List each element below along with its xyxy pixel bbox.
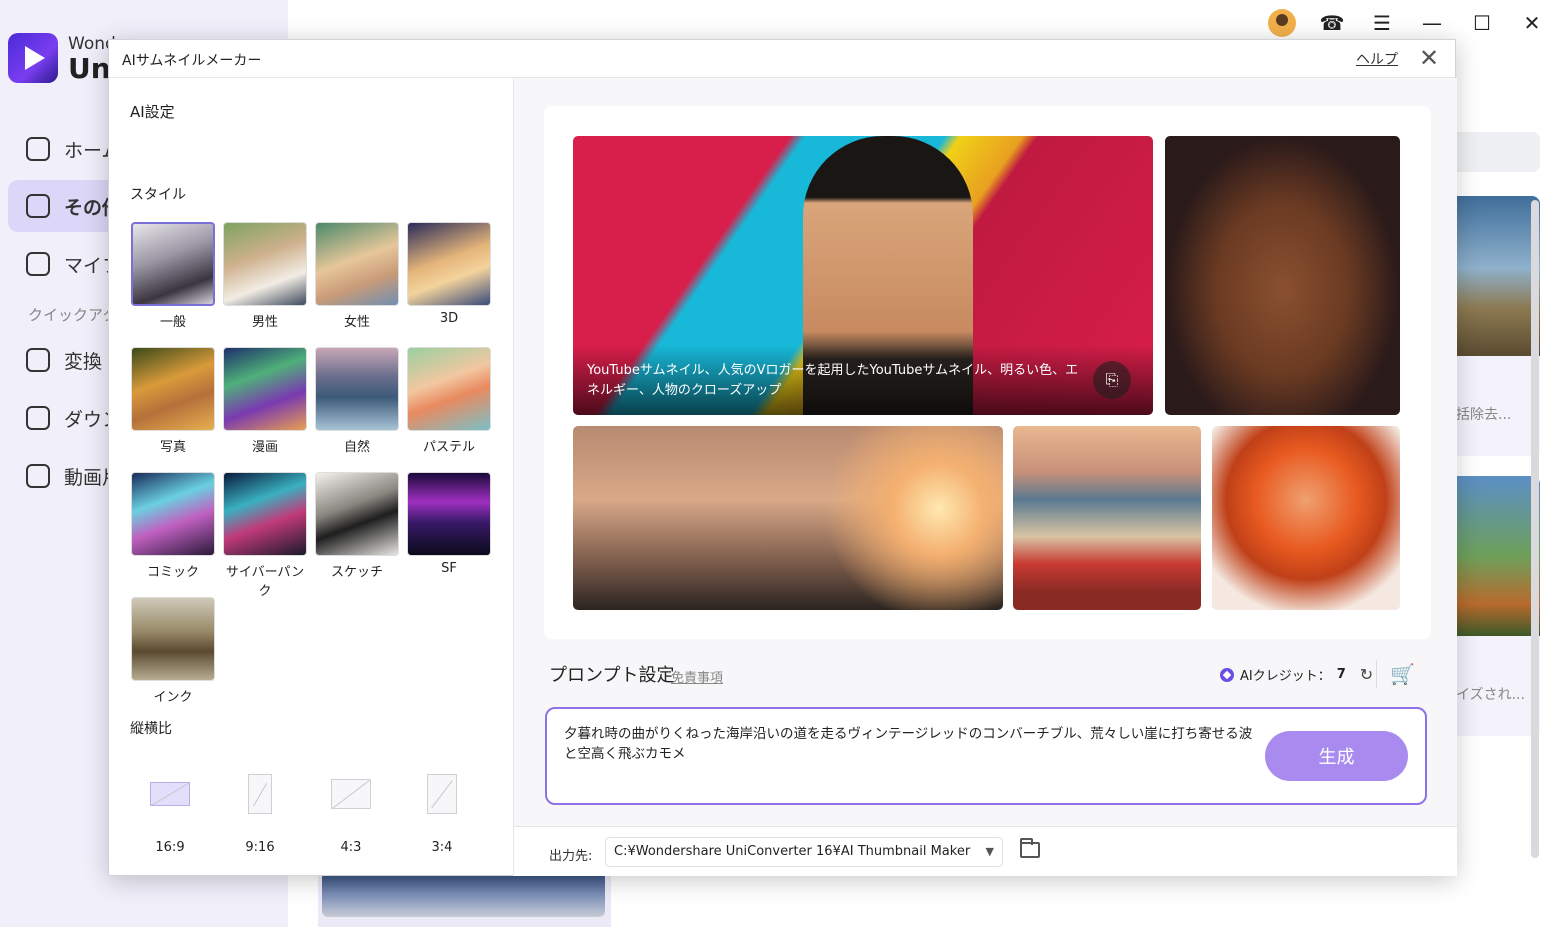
ratio-option-4-3[interactable]: 4:3: [311, 772, 391, 855]
style-pastel-thumb: [407, 347, 491, 431]
prompt-input-box[interactable]: 夕暮れ時の曲がりくねった海岸沿いの道を走るヴィンテージレッドのコンバーチブル、荒…: [545, 707, 1427, 805]
chevron-down-icon: ▼: [979, 838, 994, 866]
output-label: 出力先:: [549, 849, 593, 864]
close-window-icon[interactable]: ✕: [1518, 9, 1546, 37]
credits-label: AIクレジット：: [1240, 669, 1331, 684]
refresh-icon[interactable]: ↻: [1360, 665, 1373, 684]
folder-icon[interactable]: [1020, 838, 1040, 858]
style-option-male[interactable]: 男性: [223, 222, 307, 330]
brand-name-line2: Un: [68, 52, 111, 85]
ratio-option-16-9[interactable]: 16:9: [130, 772, 210, 855]
disclaimer-link[interactable]: 免責事項: [671, 667, 723, 686]
generate-button[interactable]: 生成: [1265, 731, 1408, 781]
ratio-option-9-16[interactable]: 9:16: [220, 772, 300, 855]
ratio-portrait-icon: [427, 774, 457, 814]
style-option-manga[interactable]: 漫画: [223, 347, 307, 455]
file-icon: [26, 252, 50, 276]
credit-icon: [1220, 667, 1234, 682]
style-option-ink[interactable]: インク: [131, 597, 215, 705]
background-image: [322, 872, 605, 917]
home-icon: [26, 137, 50, 161]
divider: [1376, 660, 1377, 688]
style-female-thumb: [315, 222, 399, 306]
ratio-option-3-4[interactable]: 3:4: [402, 772, 482, 855]
copy-prompt-icon[interactable]: ⎘: [1093, 361, 1131, 399]
style-heading: スタイル: [130, 187, 186, 203]
cart-icon[interactable]: 🛒: [1390, 662, 1415, 686]
output-path-select[interactable]: C:¥Wondershare UniConverter 16¥AI Thumbn…: [605, 837, 1003, 867]
preview-panel: YouTubeサムネイル、人気のVロガーを起用したYouTubeサムネイル、明る…: [514, 78, 1457, 876]
close-icon[interactable]: ✕: [1417, 46, 1441, 70]
help-link[interactable]: ヘルプ: [1356, 49, 1398, 69]
style-3d-thumb: [407, 222, 491, 306]
gallery-caption: YouTubeサムネイル、人気のVロガーを起用したYouTubeサムネイル、明る…: [573, 345, 1153, 415]
style-nature-thumb: [315, 347, 399, 431]
ai-thumbnail-maker-dialog: AIサムネイルメーカー ヘルプ ✕ AI設定 スタイル 一般 男性 女性 3D: [108, 39, 1457, 876]
style-sketch-thumb: [315, 472, 399, 556]
sample-gallery: YouTubeサムネイル、人気のVロガーを起用したYouTubeサムネイル、明る…: [544, 106, 1431, 639]
gallery-anime-image[interactable]: [1212, 426, 1400, 610]
ratio-portrait-icon: [248, 774, 272, 814]
download-icon: [26, 406, 50, 430]
headset-icon[interactable]: ☎: [1318, 9, 1346, 37]
style-general-thumb: [131, 222, 215, 306]
prompt-settings-heading: プロンプト設定: [549, 665, 675, 686]
ai-settings-heading: AI設定: [130, 103, 175, 121]
dialog-header: AIサムネイルメーカー ヘルプ ✕: [109, 40, 1455, 78]
style-option-nature[interactable]: 自然: [315, 347, 399, 455]
style-option-sf[interactable]: SF: [407, 472, 491, 576]
convert-icon: [26, 348, 50, 372]
output-bar: 出力先: C:¥Wondershare UniConverter 16¥AI T…: [514, 826, 1457, 876]
minimize-icon[interactable]: —: [1418, 9, 1446, 37]
gallery-woman-image[interactable]: [573, 426, 1003, 610]
video-icon: [26, 464, 50, 488]
style-cyberpunk-thumb: [223, 472, 307, 556]
toolbox-icon: [26, 194, 50, 218]
style-option-female[interactable]: 女性: [315, 222, 399, 330]
style-option-sketch[interactable]: スケッチ: [315, 472, 399, 580]
credits-value: 7: [1336, 667, 1346, 682]
style-comic-thumb: [131, 472, 215, 556]
quick-access-heading: クイックアク: [28, 306, 118, 324]
style-option-pastel[interactable]: パステル: [407, 347, 491, 455]
gallery-car-image[interactable]: [1013, 426, 1201, 610]
style-option-cyberpunk[interactable]: サイバーパンク: [223, 472, 307, 599]
ratio-landscape-icon: [331, 779, 371, 809]
background-scrollbar[interactable]: [1531, 200, 1539, 858]
style-ink-thumb: [131, 597, 215, 681]
ai-credits: AIクレジット： 7 ↻: [1220, 665, 1373, 684]
style-option-3d[interactable]: 3D: [407, 222, 491, 326]
gallery-portrait-image[interactable]: [1165, 136, 1400, 415]
style-photo-thumb: [131, 347, 215, 431]
style-manga-thumb: [223, 347, 307, 431]
ratio-landscape-icon: [150, 782, 190, 806]
style-option-general[interactable]: 一般: [131, 222, 215, 330]
style-male-thumb: [223, 222, 307, 306]
app-logo-icon: [8, 33, 58, 83]
dialog-title: AIサムネイルメーカー: [122, 53, 262, 69]
aspect-ratio-heading: 縦横比: [130, 721, 172, 737]
style-option-comic[interactable]: コミック: [131, 472, 215, 580]
settings-panel: AI設定 スタイル 一般 男性 女性 3D 写真 漫画 自然 パステル コミック…: [109, 78, 514, 876]
maximize-icon[interactable]: ☐: [1468, 9, 1496, 37]
style-sf-thumb: [407, 472, 491, 556]
avatar[interactable]: [1268, 9, 1296, 37]
menu-icon[interactable]: ☰: [1368, 9, 1396, 37]
prompt-textarea[interactable]: 夕暮れ時の曲がりくねった海岸沿いの道を走るヴィンテージレッドのコンバーチブル、荒…: [564, 724, 1254, 764]
gallery-hero-image[interactable]: YouTubeサムネイル、人気のVロガーを起用したYouTubeサムネイル、明る…: [573, 136, 1153, 415]
style-option-photo[interactable]: 写真: [131, 347, 215, 455]
window-toolbar: ☎ ☰ — ☐ ✕: [1268, 8, 1546, 38]
